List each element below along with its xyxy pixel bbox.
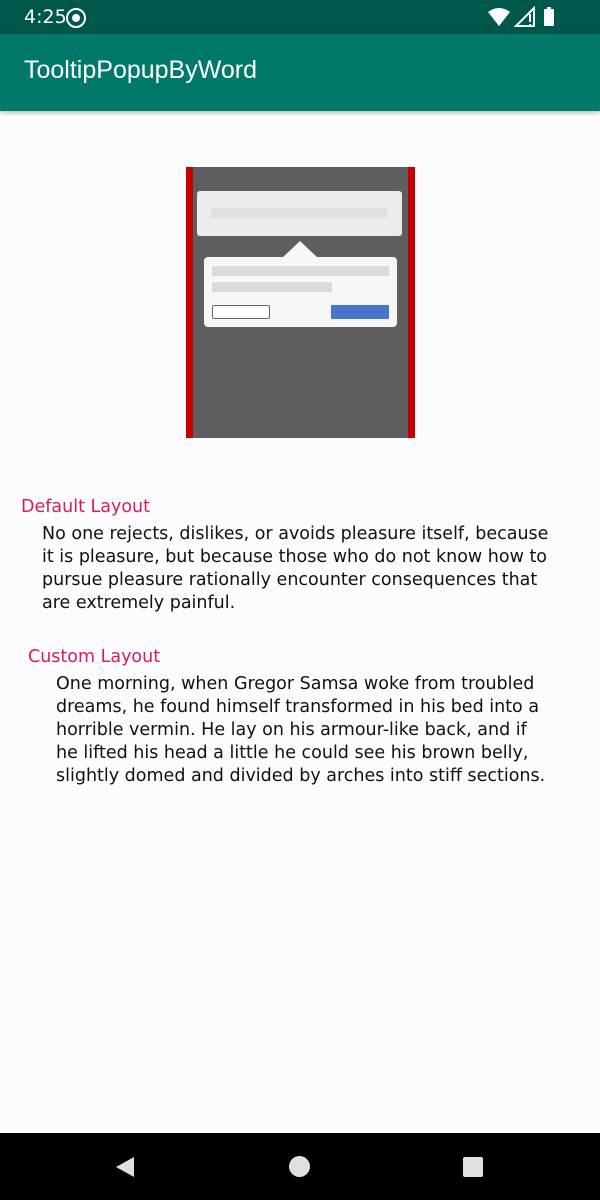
default-layout-text[interactable]: No one rejects, dislikes, or avoids plea… — [42, 523, 552, 615]
demo-filled-button — [331, 305, 389, 319]
status-time: 4:25 — [24, 6, 67, 28]
back-icon[interactable] — [116, 1157, 134, 1177]
demo-text-field — [197, 191, 402, 236]
default-layout-label: Default Layout — [21, 497, 150, 517]
custom-layout-label: Custom Layout — [28, 647, 161, 667]
battery-icon — [544, 9, 554, 26]
home-icon[interactable] — [289, 1156, 310, 1177]
demo-edge-left — [186, 167, 193, 438]
demo-popup — [204, 257, 397, 327]
demo-outline-button — [212, 305, 270, 319]
demo-popup-arrow — [282, 241, 318, 258]
status-icons — [486, 6, 586, 28]
status-bar: 4:25 — [0, 0, 600, 34]
recents-icon[interactable] — [463, 1157, 483, 1177]
demo-popup-line — [212, 266, 389, 276]
app-bar: TooltipPopupByWord — [0, 34, 600, 111]
demo-edge-right — [408, 167, 415, 438]
at-sign-icon — [66, 8, 86, 28]
app-title: TooltipPopupByWord — [24, 56, 258, 84]
wifi-icon — [488, 8, 510, 26]
demo-popup-line — [212, 282, 332, 292]
custom-layout-text[interactable]: One morning, when Gregor Samsa woke from… — [56, 673, 552, 788]
demo-image — [186, 167, 415, 438]
signal-icon — [513, 6, 535, 27]
